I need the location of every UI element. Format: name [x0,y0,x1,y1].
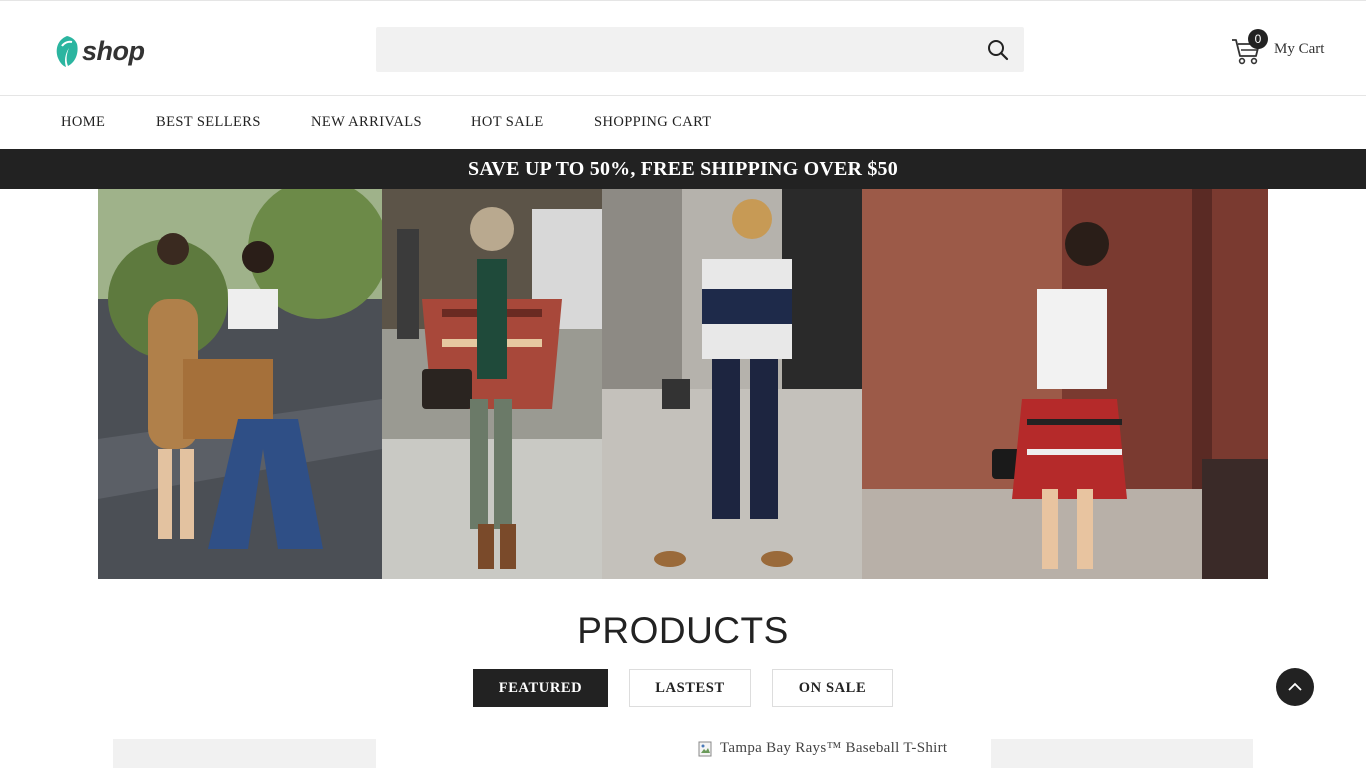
cart-count-badge: 0 [1248,29,1268,49]
hero-photo-plaid-poncho [382,189,602,579]
nav-best-sellers[interactable]: BEST SELLERS [156,114,261,131]
nav-new-arrivals[interactable]: NEW ARRIVALS [311,114,422,131]
back-to-top-button[interactable] [1276,668,1314,706]
search-bar [376,27,1024,72]
site-header: shop 0 My Cart [0,0,1366,96]
logo-leaf-icon [56,36,78,67]
hero-photo-brick-wall [862,189,1268,579]
tab-on-sale[interactable]: ON SALE [772,669,893,707]
logo[interactable]: shop [54,34,148,68]
cart-button[interactable]: 0 My Cart [1230,29,1325,67]
nav-hot-sale[interactable]: HOT SALE [471,114,544,131]
product-card-image[interactable] [991,739,1253,768]
chevron-up-icon [1288,682,1302,691]
search-input[interactable] [376,27,998,72]
tab-lastest[interactable]: LASTEST [629,669,751,707]
nav-shopping-cart[interactable]: SHOPPING CART [594,114,712,131]
broken-image-alt-text: Tampa Bay Rays™ Baseball T-Shirt [720,740,948,756]
hero-photo-street-two-women [98,189,382,579]
cart-label: My Cart [1274,40,1325,57]
logo-text: shop [82,35,145,66]
nav-home[interactable]: HOME [61,114,105,131]
main-nav: HOME BEST SELLERS NEW ARRIVALS HOT SALE … [0,96,1366,149]
broken-image-icon [698,741,712,756]
hero-photo-striped-tee [602,189,862,579]
products-title: PRODUCTS [577,610,789,651]
product-card-image[interactable] [113,739,376,768]
cart-icon: 0 [1230,29,1268,66]
promo-banner: SAVE UP TO 50%, FREE SHIPPING OVER $50 [0,149,1366,189]
tab-featured[interactable]: FEATURED [473,669,608,707]
product-card-broken-image[interactable]: Tampa Bay Rays™ Baseball T-Shirt [698,740,947,757]
hero-banner-image[interactable] [98,189,1268,579]
search-icon[interactable] [986,38,1010,62]
